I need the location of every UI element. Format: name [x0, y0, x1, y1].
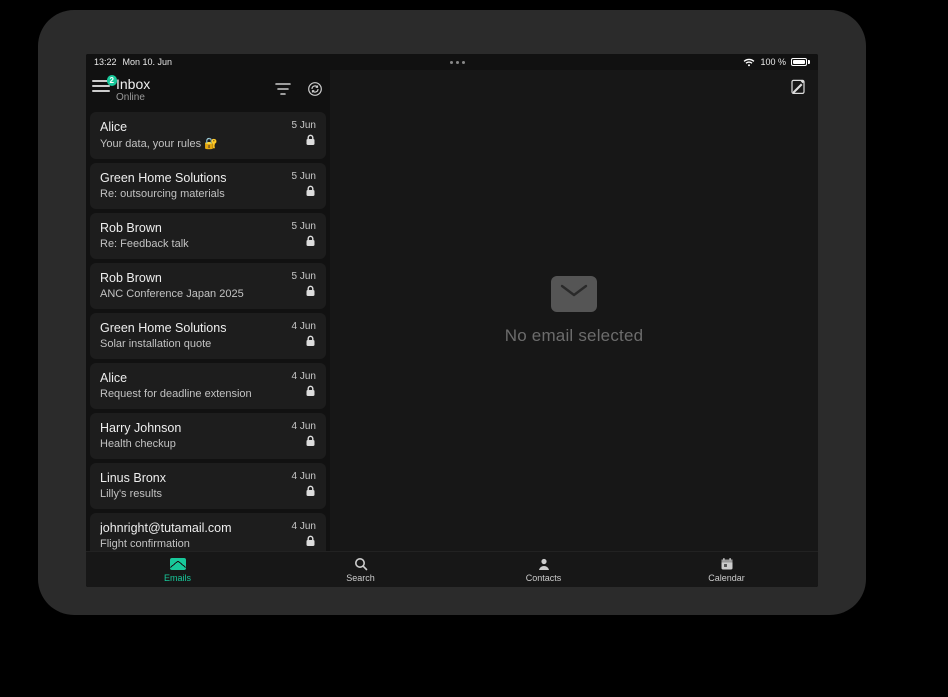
- email-sender: Rob Brown: [100, 271, 244, 285]
- email-item[interactable]: Rob Brown Re: Feedback talk 5 Jun: [90, 213, 326, 259]
- battery-icon: [791, 58, 810, 66]
- email-item[interactable]: Harry Johnson Health checkup 4 Jun: [90, 413, 326, 459]
- email-sender: Rob Brown: [100, 221, 189, 235]
- email-subject: Solar installation quote: [100, 338, 226, 350]
- folder-title: Inbox: [116, 76, 274, 92]
- email-date: 4 Jun: [292, 471, 316, 482]
- email-list[interactable]: AliceYour data, your rules 🔐5 JunGreen H…: [86, 112, 330, 551]
- tab-calendar-label: Calendar: [708, 573, 745, 583]
- connection-status: Online: [116, 92, 274, 104]
- status-bar: 13:22 Mon 10. Jun 100 %: [86, 54, 818, 70]
- email-date: 4 Jun: [292, 421, 316, 432]
- email-subject: Re: outsourcing materials: [100, 188, 226, 200]
- email-sender: Linus Bronx: [100, 471, 166, 485]
- tablet-frame: 13:22 Mon 10. Jun 100 %: [38, 10, 866, 615]
- email-date: 4 Jun: [292, 371, 316, 382]
- battery-percent: 100 %: [760, 57, 786, 67]
- email-date: 4 Jun: [292, 321, 316, 332]
- email-subject: Flight confirmation: [100, 538, 232, 550]
- emails-icon: [170, 558, 186, 570]
- email-sender: Green Home Solutions: [100, 321, 226, 335]
- compose-button[interactable]: [790, 78, 808, 96]
- menu-button[interactable]: 2: [92, 80, 110, 92]
- calendar-icon: [720, 557, 734, 572]
- email-date: 5 Jun: [292, 171, 316, 182]
- email-subject: Lilly's results: [100, 488, 166, 500]
- tab-calendar[interactable]: Calendar: [635, 552, 818, 587]
- email-date: 5 Jun: [292, 271, 316, 282]
- encrypted-icon: [305, 335, 316, 347]
- email-sender: Green Home Solutions: [100, 171, 226, 185]
- encrypted-icon: [305, 235, 316, 247]
- tab-contacts[interactable]: Contacts: [452, 552, 635, 587]
- email-item[interactable]: Alice Request for deadline extension 4 Jun: [90, 363, 326, 409]
- email-sender: Harry Johnson: [100, 421, 181, 435]
- email-sender: Alice: [100, 120, 218, 134]
- encrypted-icon: [305, 535, 316, 547]
- email-subject: ANC Conference Japan 2025: [100, 288, 244, 300]
- encrypted-icon: [305, 485, 316, 497]
- encrypted-icon: [305, 385, 316, 397]
- search-icon: [354, 557, 368, 572]
- unread-badge: 2: [107, 75, 117, 86]
- sync-icon[interactable]: [306, 80, 324, 98]
- status-date: Mon 10. Jun: [123, 57, 173, 67]
- screen: 13:22 Mon 10. Jun 100 %: [86, 54, 818, 587]
- tab-emails[interactable]: Emails: [86, 552, 269, 587]
- email-subject: Health checkup: [100, 438, 181, 450]
- filter-icon[interactable]: [274, 80, 292, 98]
- status-time: 13:22: [94, 57, 117, 67]
- email-subject: Re: Feedback talk: [100, 238, 189, 250]
- email-item[interactable]: Green Home Solutions Re: outsourcing mate…: [90, 163, 326, 209]
- email-item[interactable]: Rob Brown ANC Conference Japan 2025 5 Jun: [90, 263, 326, 309]
- email-item[interactable]: johnright@tutamail.com Flight confirmatio…: [90, 513, 326, 551]
- email-subject: Your data, your rules 🔐: [100, 137, 218, 150]
- tab-search-label: Search: [346, 573, 375, 583]
- empty-envelope-icon: [551, 276, 597, 312]
- email-item[interactable]: Linus Bronx Lilly's results 4 Jun: [90, 463, 326, 509]
- email-date: 5 Jun: [292, 120, 316, 131]
- email-sender: Alice: [100, 371, 252, 385]
- encrypted-icon: [305, 285, 316, 297]
- empty-state-text: No email selected: [505, 326, 644, 346]
- contacts-icon: [537, 557, 551, 572]
- sidebar: 2 Inbox Online: [86, 70, 330, 551]
- email-date: 4 Jun: [292, 521, 316, 532]
- multitask-indicator[interactable]: [172, 61, 743, 64]
- email-item[interactable]: Alice Your data, your rules 🔐 5 Jun: [90, 112, 326, 159]
- tab-bar: Emails Search Contacts: [86, 551, 818, 587]
- encrypted-icon: [305, 185, 316, 197]
- email-item[interactable]: Green Home Solutions Solar installation q…: [90, 313, 326, 359]
- wifi-icon: [743, 58, 755, 67]
- email-date: 5 Jun: [292, 221, 316, 232]
- main-pane: No email selected: [330, 70, 818, 551]
- tab-contacts-label: Contacts: [526, 573, 562, 583]
- email-sender: johnright@tutamail.com: [100, 521, 232, 535]
- tab-search[interactable]: Search: [269, 552, 452, 587]
- encrypted-icon: [305, 435, 316, 447]
- tab-emails-label: Emails: [164, 573, 191, 583]
- encrypted-icon: [305, 134, 316, 146]
- email-subject: Request for deadline extension: [100, 388, 252, 400]
